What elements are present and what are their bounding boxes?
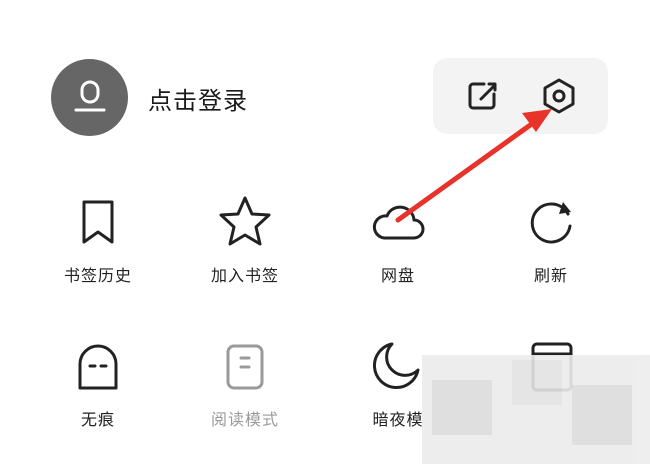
menu-item-reader-mode[interactable]: 阅读模式: [185, 336, 305, 430]
menu-label: 阅读模式: [210, 410, 279, 429]
bookmark-icon: [82, 200, 114, 244]
menu-label: 网盘: [380, 266, 415, 285]
toolbar: [433, 58, 608, 134]
menu-item-cloud-drive[interactable]: 网盘: [338, 192, 458, 286]
menu-item-incognito[interactable]: 无痕: [38, 336, 158, 430]
menu-item-refresh[interactable]: 刷新: [491, 192, 611, 286]
avatar[interactable]: [51, 59, 128, 136]
share-button[interactable]: [460, 74, 504, 118]
user-icon: [74, 80, 105, 111]
menu-label: 刷新: [533, 266, 568, 285]
menu-item-add-bookmark[interactable]: 加入书签: [185, 192, 305, 286]
cloud-icon: [372, 205, 425, 240]
pixelated-overlay: [422, 355, 650, 464]
menu-panel: 点击登录 书签历史 加入书签 网盘 刷新 无痕 阅读模式 暗夜模: [0, 0, 650, 464]
menu-label: 加入书签: [210, 266, 279, 285]
reader-mode-icon: [226, 344, 264, 390]
menu-label: 书签历史: [63, 266, 132, 285]
share-icon: [468, 82, 497, 110]
menu-label: 无痕: [80, 410, 115, 429]
login-label[interactable]: 点击登录: [148, 81, 248, 116]
settings-hexagon-icon: [543, 78, 575, 114]
moon-icon: [372, 342, 420, 390]
menu-item-bookmark-history[interactable]: 书签历史: [38, 192, 158, 286]
refresh-icon: [530, 202, 572, 244]
settings-button[interactable]: [537, 74, 581, 118]
star-icon: [219, 196, 271, 246]
ghost-icon: [78, 344, 118, 390]
